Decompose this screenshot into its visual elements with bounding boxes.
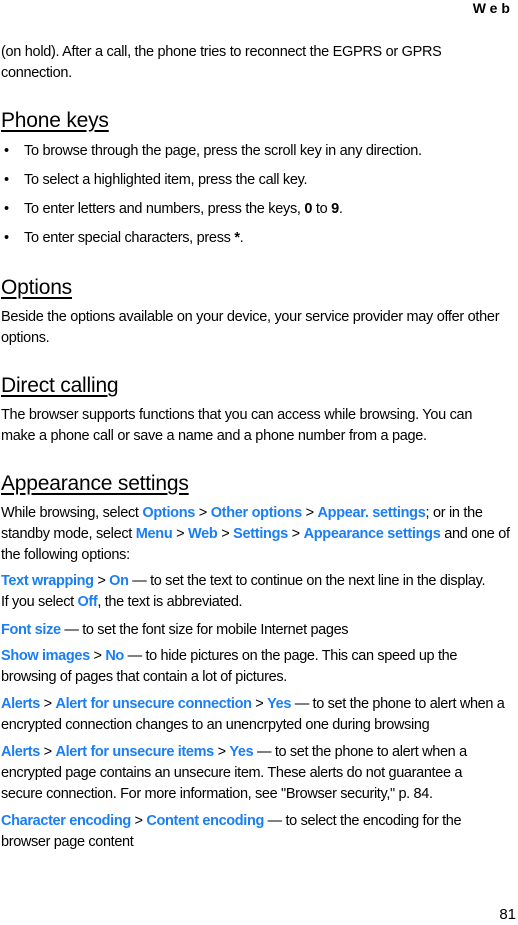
text-line: Font size — to set the font size for mob… [1, 620, 518, 641]
text-line: secure connection. For more information,… [1, 786, 433, 802]
option-description: — to hide pictures on the page. This can… [123, 648, 458, 664]
text: While browsing, select [1, 505, 143, 521]
text: to [312, 201, 332, 217]
menu-path-options: Options [142, 505, 196, 521]
option-font-size: Font size — to set the font size for mob… [1, 620, 518, 641]
path-separator: > [40, 744, 56, 760]
bullet-icon: • [4, 143, 9, 159]
menu-path-menu: Menu [135, 526, 173, 542]
intro-line: connection. [1, 65, 72, 81]
option-value: On [109, 573, 129, 589]
option-value: Yes [267, 696, 292, 712]
option-label: Alerts [1, 744, 40, 760]
text: . [338, 201, 343, 217]
path-separator: > [301, 505, 318, 521]
path-separator: > [40, 696, 56, 712]
option-label: Alerts [1, 696, 40, 712]
option-value: Content encoding [146, 813, 264, 829]
section-header: Web [472, 0, 514, 16]
text: standby mode, select [1, 526, 136, 542]
bullet-icon: • [4, 201, 9, 217]
heading-appearance-settings: Appearance settings [1, 472, 189, 495]
path-separator: > [195, 505, 211, 521]
text: If you select [1, 594, 78, 610]
path-separator: > [89, 648, 106, 664]
text-line: make a phone call or save a name and a p… [1, 428, 427, 444]
path-separator: > [93, 573, 110, 589]
text: ; or in the [425, 505, 483, 521]
text-line: browsing of pages that contain a lot of … [1, 669, 287, 685]
options-paragraph: Beside the options available on your dev… [1, 307, 518, 349]
option-description: — to set the phone to alert when a [253, 744, 467, 760]
text-line: Alerts > Alert for unsecure connection >… [1, 694, 518, 715]
path-separator: > [217, 526, 234, 542]
menu-path-appear-settings: Appear. settings [317, 505, 426, 521]
option-character-encoding: Character encoding > Content encoding — … [1, 811, 518, 853]
bullet-icon: • [4, 230, 9, 246]
intro-line: (on hold). After a call, the phone tries… [1, 44, 442, 60]
menu-path-appearance-settings: Appearance settings [303, 526, 441, 542]
text-line: While browsing, select Options > Other o… [1, 503, 518, 524]
option-value: No [105, 648, 124, 664]
option-value: Yes [229, 744, 254, 760]
option-text-wrapping: Text wrapping > On — to set the text to … [1, 571, 518, 613]
text-line: Character encoding > Content encoding — … [1, 811, 518, 832]
text-line: Show images > No — to hide pictures on t… [1, 646, 518, 667]
option-sublabel: Alert for unsecure connection [55, 696, 252, 712]
text-line: encrypted connection changes to an unenc… [1, 717, 430, 733]
key-label: 9 [331, 201, 339, 217]
option-label: Show images [1, 648, 90, 664]
text-line: browser page content [1, 834, 134, 850]
menu-path-web: Web [188, 526, 218, 542]
text: . [239, 230, 244, 246]
option-sublabel: Alert for unsecure items [55, 744, 214, 760]
heading-direct-calling: Direct calling [1, 374, 119, 397]
text-line: encrypted page contains an unsecure item… [1, 765, 463, 781]
heading-options: Options [1, 276, 72, 299]
text-line: Text wrapping > On — to set the text to … [1, 571, 518, 592]
menu-path-other-options: Other options [210, 505, 302, 521]
key-label: 0 [304, 201, 313, 217]
bullet-text: To browse through the page, press the sc… [24, 143, 422, 159]
option-alert-unsecure-connection: Alerts > Alert for unsecure connection >… [1, 694, 518, 736]
menu-path-settings: Settings [233, 526, 288, 542]
path-separator: > [172, 526, 189, 542]
text: To enter special characters, press [24, 230, 235, 246]
text: To enter letters and numbers, press the … [24, 201, 305, 217]
text-line: the following options: [1, 547, 130, 563]
bullet-text: To select a highlighted item, press the … [24, 172, 308, 188]
bullet-text: To enter letters and numbers, press the … [24, 199, 343, 220]
path-separator: > [287, 526, 304, 542]
path-separator: > [213, 744, 230, 760]
option-description: — to set the text to continue on the nex… [128, 573, 486, 589]
option-label: Font size [1, 622, 61, 638]
bullet-icon: • [4, 172, 9, 188]
text-line: standby mode, select Menu > Web > Settin… [1, 524, 518, 545]
text-line: Beside the options available on your dev… [1, 309, 500, 325]
option-description: — to set the font size for mobile Intern… [60, 622, 349, 638]
option-alert-unsecure-items: Alerts > Alert for unsecure items > Yes … [1, 742, 518, 805]
manual-page: Web (on hold). After a call, the phone t… [0, 0, 518, 925]
text: and one of [440, 526, 510, 542]
path-separator: > [251, 696, 268, 712]
option-label: Character encoding [1, 813, 131, 829]
appearance-paragraph: While browsing, select Options > Other o… [1, 503, 518, 566]
heading-phone-keys: Phone keys [1, 109, 109, 132]
bullet-text: To enter special characters, press *. [24, 228, 244, 249]
text-line: The browser supports functions that you … [1, 407, 473, 423]
option-label: Text wrapping [1, 573, 94, 589]
path-separator: > [130, 813, 147, 829]
option-description: — to set the phone to alert when a [291, 696, 505, 712]
text-line: options. [1, 330, 50, 346]
intro-paragraph: (on hold). After a call, the phone tries… [1, 42, 518, 84]
option-description: — to select the encoding for the [264, 813, 462, 829]
option-value: Off [77, 594, 98, 610]
text-line: If you select Off, the text is abbreviat… [1, 592, 518, 613]
direct-calling-paragraph: The browser supports functions that you … [1, 405, 518, 447]
option-show-images: Show images > No — to hide pictures on t… [1, 646, 518, 688]
text-line: Alerts > Alert for unsecure items > Yes … [1, 742, 518, 763]
text: , the text is abbreviated. [97, 594, 243, 610]
page-number: 81 [499, 906, 516, 923]
